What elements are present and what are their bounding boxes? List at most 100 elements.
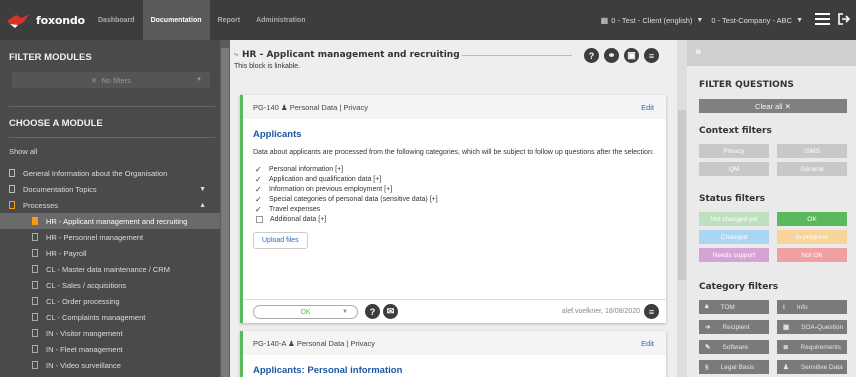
status-filter-button[interactable]: Not changed yet (699, 212, 769, 226)
category-label: SOA-Question (801, 323, 844, 331)
sidebar-item[interactable]: Documentation Topics ▼ (0, 181, 220, 197)
category-filter-button[interactable]: 🔒︎ TOM (699, 300, 769, 314)
upload-files-button[interactable]: Upload files (253, 232, 308, 249)
nav-tab-report[interactable]: Report (210, 0, 249, 40)
sidebar-item[interactable]: HR - Personnel management (0, 229, 220, 245)
checkbox-item[interactable]: ✓ Personal information [+] (243, 164, 666, 174)
sidebar-item-label: HR - Personnel management (46, 232, 144, 242)
module-sidebar: FILTER MODULES ✕ No filters ▼ CHOOSE A M… (0, 40, 230, 377)
category-filter-button[interactable]: ➜ Recipient (699, 320, 769, 334)
checkmark-icon[interactable]: ✓ (255, 205, 263, 214)
sidebar-item[interactable]: General Information about the Organisati… (0, 165, 220, 181)
hamburger-menu-icon[interactable] (815, 13, 830, 27)
sidebar-item[interactable]: IN - Fleet management (0, 341, 220, 357)
nav-tab-administration[interactable]: Administration (248, 0, 313, 40)
expand-panel-icon[interactable]: » (695, 46, 701, 58)
clear-all-button[interactable]: Clear all ✕ (699, 99, 847, 113)
save-icon[interactable]: ▣ (624, 48, 639, 63)
sidebar-item[interactable]: IN - Video surveillance (0, 357, 220, 373)
category-filter-button[interactable]: i Info (777, 300, 847, 314)
checkbox-item[interactable]: ✓ Information on previous employment [+] (243, 184, 666, 194)
status-filter-button[interactable]: Not OK (777, 248, 847, 262)
checkbox-item[interactable]: ✓ Special categories of personal data (se… (243, 194, 666, 204)
checkbox-item[interactable]: Additional data [+] (243, 214, 666, 224)
chevron-down-icon[interactable]: ▼ (199, 186, 206, 193)
content-scroll-thumb[interactable] (678, 110, 686, 280)
chevron-down-icon: ▼ (342, 309, 348, 315)
chevron-down-icon[interactable]: ▼ (796, 17, 803, 24)
context-filter-privacy[interactable]: Privacy (699, 144, 769, 158)
list-icon[interactable]: ≡ (644, 304, 659, 319)
sidebar-item-label: HR - Payroll (46, 248, 87, 258)
link-icon[interactable]: ⚭ (604, 48, 619, 63)
edit-link[interactable]: Edit (641, 103, 654, 112)
building-icon: ▦ (600, 15, 609, 25)
chevron-down-icon[interactable]: ▼ (696, 17, 703, 24)
status-filter-button[interactable]: Changed (699, 230, 769, 244)
sidebar-scroll-thumb[interactable] (221, 48, 229, 377)
block-subtitle: This block is linkable. (234, 63, 301, 70)
card-title: Applicants: Personal information (253, 365, 403, 376)
nav-tab-dashboard[interactable]: Dashboard (90, 0, 143, 40)
close-icon[interactable]: ✕ (91, 76, 97, 85)
checkmark-icon[interactable]: ✓ (255, 165, 263, 174)
link-arrow-icon: ⤷ (234, 51, 238, 58)
context-filter-qm[interactable]: QM (699, 162, 769, 176)
document-icon (9, 201, 15, 209)
help-icon[interactable]: ? (584, 48, 599, 63)
help-icon[interactable]: ? (365, 304, 380, 319)
nav-tab-documentation[interactable]: Documentation (142, 0, 210, 40)
chevron-up-icon[interactable]: ▲ (199, 202, 206, 209)
chevron-down-icon: ▼ (196, 77, 202, 83)
checkmark-icon[interactable]: ✓ (255, 175, 263, 184)
checkmark-icon[interactable]: ✓ (255, 195, 263, 204)
list-icon[interactable]: ≡ (644, 48, 659, 63)
edit-link[interactable]: Edit (641, 339, 654, 348)
question-card: PG-140-A ♟ Personal Data | Privacy Edit … (240, 331, 666, 377)
sidebar-item[interactable]: HR - Payroll (0, 245, 220, 261)
company-select[interactable]: 0 - Test-Company - ABC (711, 16, 792, 25)
checkbox-item[interactable]: ✓ Travel expenses (243, 204, 666, 214)
status-filter-button[interactable]: In progress (777, 230, 847, 244)
divider (9, 106, 215, 107)
sidebar-item[interactable]: CL - Complaints management (0, 309, 220, 325)
logout-icon[interactable] (838, 13, 851, 27)
sidebar-item[interactable]: CL - Order processing (0, 293, 220, 309)
context-filter-isms[interactable]: ISMS (777, 144, 847, 158)
sidebar-item[interactable]: CL - Master data maintenance / CRM (0, 261, 220, 277)
category-filter-button[interactable]: ♟ Sensitive Data (777, 360, 847, 374)
checkbox-item[interactable]: ✓ Application and qualification data [+] (243, 174, 666, 184)
info-icon: i (783, 303, 785, 311)
category-filter-button[interactable]: ≣ Requirements (777, 340, 847, 354)
status-filter-button[interactable]: Needs support (699, 248, 769, 262)
context-filter-general[interactable]: General (777, 162, 847, 176)
document-icon (32, 281, 38, 289)
status-select[interactable]: OK ▼ (253, 305, 358, 319)
show-all-link[interactable]: Show all (0, 143, 220, 159)
checkbox-label: Application and qualification data [+] (269, 175, 382, 183)
comment-icon[interactable]: ✉ (383, 304, 398, 319)
block-header: ⤷ HR - Applicant management and recruiti… (234, 46, 674, 76)
logo[interactable]: foxondo (6, 11, 90, 29)
sidebar-item[interactable]: HR - Applicant management and recruiting (0, 213, 220, 229)
sidebar-item[interactable]: CL - Sales / acquisitions (0, 277, 220, 293)
sidebar-scrollbar[interactable] (220, 40, 230, 377)
content-scrollbar[interactable] (677, 40, 687, 377)
document-icon (32, 217, 38, 225)
sidebar-item[interactable]: IN - Visitor mangement (0, 325, 220, 341)
status-filter-button[interactable]: OK (777, 212, 847, 226)
question-card: PG-140 ♟ Personal Data | Privacy Edit Ap… (240, 95, 666, 323)
client-select[interactable]: 0 - Test - Client (english) (611, 16, 692, 25)
document-icon (32, 361, 38, 369)
module-filter-select[interactable]: ✕ No filters ▼ (12, 72, 210, 88)
block-title: HR - Applicant management and recruiting (242, 50, 460, 60)
checkmark-icon[interactable]: ✓ (255, 185, 263, 194)
document-icon (32, 329, 38, 337)
sidebar-item[interactable]: Processes ▲ (0, 197, 220, 213)
category-filter-button[interactable]: ✎ Software (699, 340, 769, 354)
category-filter-button[interactable]: ▣ SOA-Question (777, 320, 847, 334)
category-filter-button[interactable]: § Legal Basis (699, 360, 769, 374)
top-bar: foxondo Dashboard Documentation Report A… (0, 0, 856, 40)
main-content: ⤷ HR - Applicant management and recruiti… (230, 40, 687, 377)
checkbox-empty-icon[interactable] (256, 215, 263, 223)
